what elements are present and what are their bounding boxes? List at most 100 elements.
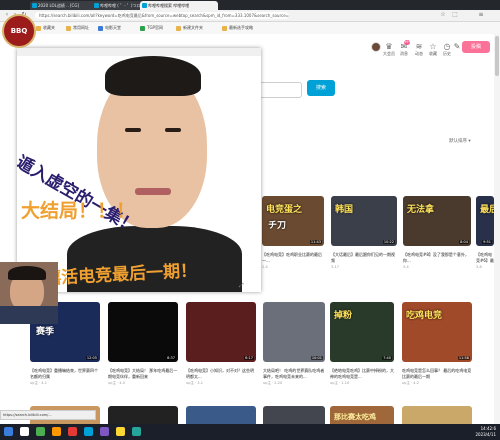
thumbnail-overlay-text: 最后一 xyxy=(480,205,494,215)
video-meta: up主 · 4-2 xyxy=(402,381,419,385)
video-duration: 8:37 xyxy=(166,356,176,360)
person-hair xyxy=(105,56,201,96)
video-thumbnail[interactable]: 无法拿 8:04 xyxy=(403,196,471,246)
video-title[interactable]: 【大话最后】最后跟你们见的一期视频 xyxy=(331,252,397,263)
bilibili-icon[interactable] xyxy=(84,427,93,436)
video-duration: 8:04 xyxy=(459,240,469,244)
folder-icon xyxy=(222,25,227,31)
address-bar: ‹ › ↻ https://search.bilibili.com/all?ke… xyxy=(0,10,500,22)
folder-icon[interactable] xyxy=(116,427,125,436)
video-title[interactable]: 【吃鸡电竞】重播嘛结束，世界赛四个名额的归属 xyxy=(30,368,100,379)
search-button[interactable]: 搜索 xyxy=(307,80,335,96)
browser-tab-1[interactable]: 哔哩哔哩 ( ゜- ゜)つロ xyxy=(92,1,146,10)
video-meta: 3-8 xyxy=(476,265,482,269)
thumbnail-overlay-text: チ刀 xyxy=(268,221,287,231)
stream-logo-badge: BBQ xyxy=(2,14,36,48)
video-meta: 2-4 xyxy=(262,265,268,269)
bookmark-1[interactable]: 常用网址 xyxy=(66,25,89,31)
video-title[interactable]: 【吃鸡电竞】吃鸡职业比赛的最后一... xyxy=(262,252,324,263)
video-title[interactable]: 【绝地电竞吃鸡】比赛中掉粉的，大神的吃鸡电竞是... xyxy=(330,368,394,379)
bookmark-5[interactable]: 最新选手攻略 xyxy=(222,25,253,31)
thumbnail-overlay-text: 吃鸡电竞 xyxy=(406,311,443,321)
start-icon[interactable] xyxy=(4,427,13,436)
video-title[interactable]: 吃鸡电竞是怎么回事？ 最后的吃鸡电竞比赛的最后一期 xyxy=(402,368,472,379)
sort-dropdown[interactable]: 默认排序 ▾ xyxy=(449,138,471,144)
clock-date: 2023/4/11 xyxy=(475,431,496,437)
video-thumbnail[interactable]: 掉粉 7:40 xyxy=(330,302,394,362)
video-meta: up主 · 1-10 xyxy=(330,381,350,385)
folder-icon xyxy=(36,25,41,31)
thumbnail-overlay-text: 无法拿 xyxy=(407,205,435,215)
browser-tab-bar: 2020 LOL战绩 .. [CG] 哔哩哔哩 ( ゜- ゜)つロ 哔哩哔哩搜索… xyxy=(0,0,500,10)
thumbnail-overlay-text: 那比赛太吃鸡 xyxy=(334,413,376,421)
tab-favicon-icon xyxy=(94,3,99,8)
bookmark-2[interactable]: 电影天堂 xyxy=(98,25,121,31)
crown-icon: ♛ xyxy=(385,42,393,51)
status-url: https://search.bilibili.com/... xyxy=(0,410,96,420)
popup-titlebar xyxy=(17,48,261,56)
video-duration: 10:22 xyxy=(382,240,395,244)
video-duration: 10:01 xyxy=(310,356,323,360)
message-badge: 99+ xyxy=(404,40,412,45)
video-duration: 12:05 xyxy=(85,356,98,360)
video-thumbnail[interactable]: 8:37 xyxy=(108,302,178,362)
video-title[interactable]: 【吃鸡电竞#8】没了我那是个意外，你... xyxy=(403,252,471,263)
video-duration: 6:17 xyxy=(244,356,254,360)
app-icon[interactable] xyxy=(100,427,109,436)
tab-title: 哔哩哔哩搜索 哔哩哔哩 xyxy=(148,3,190,8)
bookmark-3[interactable]: TGP官网 xyxy=(140,25,163,31)
video-duration: 9:51 xyxy=(482,240,492,244)
bookmark-0[interactable]: 收藏夹 xyxy=(36,25,55,31)
video-title[interactable]: 大结局吧！ 吃鸡的世界赛队吃鸡者事件，吃鸡电竞未来的... xyxy=(263,368,325,379)
video-thumbnail[interactable]: 电竞蛋之チ刀 11:43 xyxy=(262,196,324,246)
video-duration: 11:43 xyxy=(309,240,322,244)
tab-favicon-icon xyxy=(32,3,37,8)
search-icon[interactable] xyxy=(20,427,29,436)
menu-icon[interactable]: ≡ xyxy=(478,12,484,18)
url-field[interactable]: https://search.bilibili.com/all?keyword=… xyxy=(35,12,289,19)
video-preview-popup[interactable]: 遁入虚空的一集！ 大结局！！！ 嬉活电竞最后一期！ ⤢ xyxy=(17,48,261,292)
scrollbar-thumb[interactable] xyxy=(495,36,499,76)
video-duration: 7:40 xyxy=(382,356,392,360)
video-meta: up主 · 4-1 xyxy=(30,381,47,385)
star-icon[interactable]: ☆ xyxy=(440,12,446,18)
app-icon[interactable] xyxy=(52,427,61,436)
video-thumbnail[interactable]: 韩国 10:22 xyxy=(331,196,397,246)
extension-icon[interactable]: ⬚ xyxy=(452,12,458,18)
mouth xyxy=(135,188,171,195)
bookmark-4[interactable]: 新建文件夹 xyxy=(176,25,203,31)
eye xyxy=(125,128,141,132)
browser-icon[interactable] xyxy=(36,427,45,436)
folder-icon xyxy=(66,25,71,31)
video-meta: up主 · 2-20 xyxy=(263,381,283,385)
video-thumbnail[interactable]: 10:01 xyxy=(263,302,325,362)
tab-title: 2020 LOL战绩 .. [CG] xyxy=(38,3,80,8)
film-icon xyxy=(98,25,103,31)
video-title[interactable]: 【吃鸡电竞】大结局！ 那年吃鸡最后一期电竞伙伴，重新回来 xyxy=(108,368,178,379)
eye xyxy=(165,128,181,132)
thumbnail-overlay-text: 韩国 xyxy=(335,205,354,215)
webcam-shirt xyxy=(0,306,58,324)
taskbar-clock[interactable]: 14:42:6 2023/4/11 xyxy=(475,426,496,437)
overlay-text-2: 大结局！！！ xyxy=(21,200,136,222)
header-vip[interactable]: ♛ 大会员 xyxy=(381,42,397,57)
video-meta: up主 · 4-5 xyxy=(108,381,125,385)
video-title[interactable]: 【吃鸡电竞#6】最后的最后... xyxy=(476,252,494,263)
video-title[interactable]: 【吃鸡电竞】小知识，对不对？这些明明都太... xyxy=(186,368,256,379)
video-thumbnail[interactable]: 最后一 9:51 xyxy=(476,196,494,246)
thumbnail-overlay-text: 电竞蛋之 xyxy=(266,205,303,215)
tgp-icon xyxy=(140,25,145,31)
fullscreen-icon[interactable]: ⤢ xyxy=(239,282,244,290)
upload-button[interactable]: 投稿 xyxy=(462,41,490,53)
tab-favicon-icon xyxy=(142,3,147,8)
video-thumbnail[interactable]: 吃鸡电竞 11:58 xyxy=(402,302,472,362)
thumbnail-overlay-text: 掉粉 xyxy=(334,311,353,321)
app-icon[interactable] xyxy=(132,427,141,436)
browser-tab-2[interactable]: 哔哩哔哩搜索 哔哩哔哩 xyxy=(140,1,218,10)
video-thumbnail[interactable]: 6:17 xyxy=(186,302,256,362)
avatar[interactable] xyxy=(371,42,381,52)
folder-icon xyxy=(176,25,181,31)
browser-tab-0[interactable]: 2020 LOL战绩 .. [CG] xyxy=(30,1,98,10)
page-scrollbar[interactable] xyxy=(494,34,500,424)
app-icon[interactable] xyxy=(68,427,77,436)
